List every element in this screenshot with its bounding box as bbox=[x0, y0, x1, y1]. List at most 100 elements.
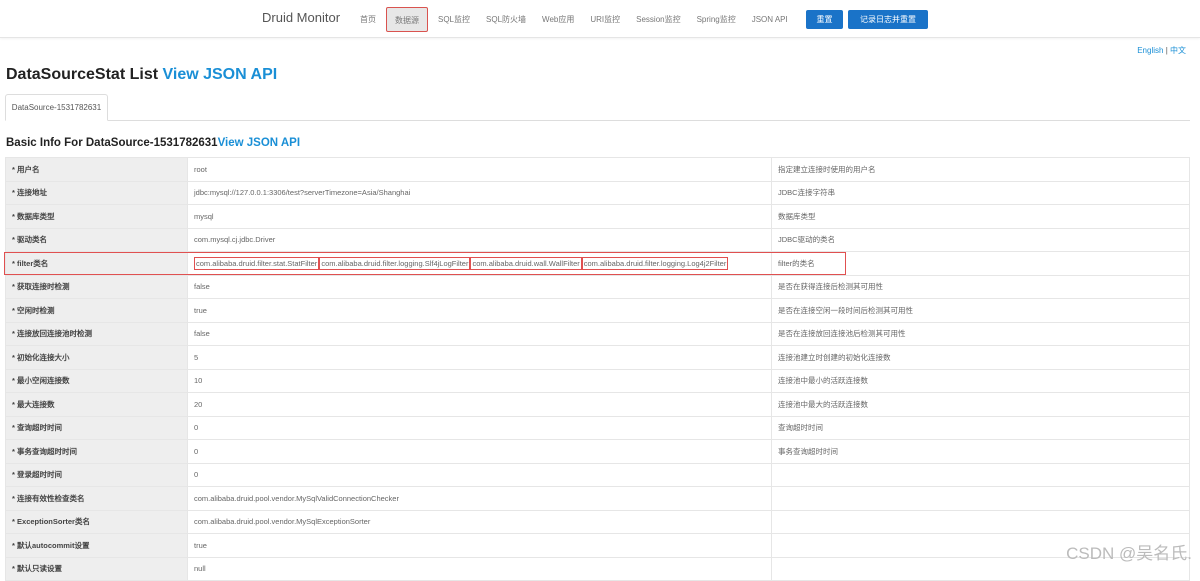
row-value: null bbox=[187, 556, 772, 581]
row-value: 0 bbox=[187, 439, 772, 464]
row-key-label: 查询超时时间 bbox=[17, 423, 63, 433]
row-value: com.alibaba.druid.pool.vendor.MySqlValid… bbox=[187, 486, 772, 511]
nav-item[interactable]: 数据源 bbox=[386, 7, 428, 32]
row-key-label: 连接放回连接池时检测 bbox=[17, 329, 93, 339]
row-key: * 登录超时时间 bbox=[5, 462, 188, 487]
table-row: * 初始化连接大小 5 连接池建立时创建的初始化连接数 bbox=[5, 345, 1190, 370]
nav-item[interactable]: SQL监控 bbox=[430, 7, 478, 32]
table-row: * 登录超时时间 0 bbox=[5, 462, 1190, 487]
row-description: 连接池中最大的活跃连接数 bbox=[771, 392, 1190, 417]
row-key: * 空闲时检测 bbox=[5, 298, 188, 323]
nav-menu: 首页 数据源 SQL监控 SQL防火墙 Web应用 URI监控 Session监控 Sprin… bbox=[352, 7, 796, 32]
section-json-api-link[interactable]: View JSON API bbox=[218, 137, 300, 149]
table-row: * 事务查询超时时间 0 事务查询超时时间 bbox=[5, 439, 1190, 464]
table-row: * 默认autocommit设置 true bbox=[5, 533, 1190, 558]
log-and-reset-button[interactable]: 记录日志并重置 bbox=[848, 10, 928, 29]
row-key: * 驱动类名 bbox=[5, 227, 188, 252]
section-heading: Basic Info For DataSource-1531782631View… bbox=[6, 137, 300, 149]
filter-class: com.alibaba.druid.filter.logging.Slf4jLo… bbox=[319, 256, 471, 270]
row-description: 指定建立连接时使用的用户名 bbox=[771, 157, 1190, 182]
lang-chinese[interactable]: 中文 bbox=[1170, 46, 1186, 55]
table-row: * 数据库类型 mysql 数据库类型 bbox=[5, 204, 1190, 229]
row-value: mysql bbox=[187, 204, 772, 229]
row-key-label: 数据库类型 bbox=[17, 211, 55, 221]
row-description bbox=[771, 509, 1190, 534]
row-key-label: 登录超时时间 bbox=[17, 470, 63, 480]
row-description bbox=[771, 486, 1190, 511]
row-key: * 用户名 bbox=[5, 157, 188, 182]
language-switcher: English | 中文 bbox=[1137, 45, 1186, 56]
table-row: * 默认只读设置 null bbox=[5, 556, 1190, 581]
row-key-label: 最大连接数 bbox=[17, 399, 55, 409]
nav-item[interactable]: Spring监控 bbox=[689, 7, 744, 32]
row-key: * 数据库类型 bbox=[5, 204, 188, 229]
table-row: * 驱动类名 com.mysql.cj.jdbc.Driver JDBC驱动的类名 bbox=[5, 227, 1190, 252]
basic-info-table: * 用户名 root 指定建立连接时使用的用户名 * 连接地址 jdbc:mysql:/… bbox=[5, 157, 1190, 581]
row-key: * 连接有效性检查类名 bbox=[5, 486, 188, 511]
section-title: Basic Info For DataSource-1531782631 bbox=[6, 137, 218, 149]
row-value: false bbox=[187, 321, 772, 346]
table-row: * 连接放回连接池时检测 false 是否在连接放回连接池后检测其可用性 bbox=[5, 321, 1190, 346]
view-json-api-link[interactable]: View JSON API bbox=[162, 66, 277, 83]
filter-class: com.alibaba.druid.filter.stat.StatFilter bbox=[194, 256, 320, 270]
row-description: JDBC驱动的类名 bbox=[771, 227, 1190, 252]
row-key: * 最大连接数 bbox=[5, 392, 188, 417]
row-description bbox=[771, 462, 1190, 487]
filter-class: com.alibaba.druid.wall.WallFilter bbox=[470, 256, 582, 270]
brand-logo[interactable]: Druid Monitor bbox=[262, 10, 340, 25]
row-value: com.alibaba.druid.pool.vendor.MySqlExcep… bbox=[187, 509, 772, 534]
row-description: 数据库类型 bbox=[771, 204, 1190, 229]
lang-separator: | bbox=[1165, 46, 1168, 55]
row-value: 10 bbox=[187, 368, 772, 393]
tab-datasource[interactable]: DataSource-1531782631 bbox=[5, 94, 108, 121]
row-value: 0 bbox=[187, 415, 772, 440]
row-key-label: 最小空闲连接数 bbox=[17, 376, 70, 386]
row-value: jdbc:mysql://127.0.0.1:3306/test?serverT… bbox=[187, 180, 772, 205]
row-key-label: 默认只读设置 bbox=[17, 564, 63, 574]
row-key: * 获取连接时检测 bbox=[5, 274, 188, 299]
reset-button[interactable]: 重置 bbox=[806, 10, 843, 29]
row-key-label: 默认autocommit设置 bbox=[17, 540, 90, 550]
nav-item[interactable]: SQL防火墙 bbox=[478, 7, 534, 32]
table-row: * 获取连接时检测 false 是否在获得连接后检测其可用性 bbox=[5, 274, 1190, 299]
row-key: * ExceptionSorter类名 bbox=[5, 509, 188, 534]
row-key-label: ExceptionSorter类名 bbox=[17, 517, 90, 527]
row-key: * filter类名 bbox=[5, 251, 188, 276]
row-key: * 查询超时时间 bbox=[5, 415, 188, 440]
row-value: true bbox=[187, 533, 772, 558]
row-key: * 连接地址 bbox=[5, 180, 188, 205]
row-description: filter的类名 bbox=[771, 251, 1190, 276]
row-value: root bbox=[187, 157, 772, 182]
row-key-label: 初始化连接大小 bbox=[17, 352, 70, 362]
table-row: * 查询超时时间 0 查询超时时间 bbox=[5, 415, 1190, 440]
row-value: 20 bbox=[187, 392, 772, 417]
row-key-label: filter类名 bbox=[17, 258, 49, 268]
row-description: 是否在获得连接后检测其可用性 bbox=[771, 274, 1190, 299]
row-key-label: 获取连接时检测 bbox=[17, 282, 70, 292]
row-key: * 默认autocommit设置 bbox=[5, 533, 188, 558]
row-value: false bbox=[187, 274, 772, 299]
row-description: 是否在连接放回连接池后检测其可用性 bbox=[771, 321, 1190, 346]
row-key-label: 用户名 bbox=[17, 164, 40, 174]
row-description: 连接池建立时创建的初始化连接数 bbox=[771, 345, 1190, 370]
nav-item[interactable]: URI监控 bbox=[582, 7, 628, 32]
lang-english[interactable]: English bbox=[1137, 46, 1163, 55]
table-row: * ExceptionSorter类名 com.alibaba.druid.poo… bbox=[5, 509, 1190, 534]
nav-item[interactable]: JSON API bbox=[744, 7, 796, 32]
nav-item[interactable]: Session监控 bbox=[628, 7, 688, 32]
row-description: 是否在连接空闲一段时间后检测其可用性 bbox=[771, 298, 1190, 323]
row-value: 5 bbox=[187, 345, 772, 370]
row-key-label: 驱动类名 bbox=[17, 235, 48, 245]
row-key-label: 连接地址 bbox=[17, 188, 48, 198]
row-key: * 事务查询超时时间 bbox=[5, 439, 188, 464]
row-key-label: 事务查询超时时间 bbox=[17, 446, 78, 456]
nav-item[interactable]: 首页 bbox=[352, 7, 384, 32]
row-description: JDBC连接字符串 bbox=[771, 180, 1190, 205]
row-key: * 默认只读设置 bbox=[5, 556, 188, 581]
table-row: * 最大连接数 20 连接池中最大的活跃连接数 bbox=[5, 392, 1190, 417]
nav-item[interactable]: Web应用 bbox=[534, 7, 582, 32]
page-title: DataSourceStat List View JSON API bbox=[6, 66, 277, 84]
row-value: com.alibaba.druid.filter.stat.StatFilter… bbox=[187, 251, 772, 276]
row-description: 查询超时时间 bbox=[771, 415, 1190, 440]
row-key-label: 连接有效性检查类名 bbox=[17, 493, 85, 503]
